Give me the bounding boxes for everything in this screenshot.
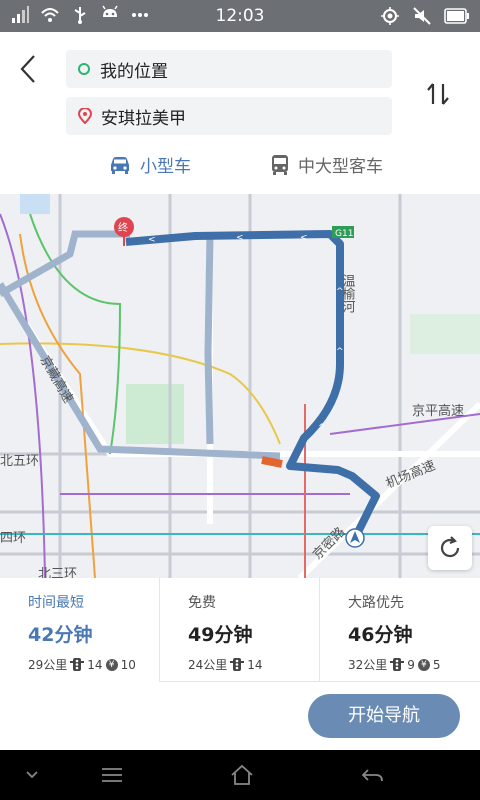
bus-icon — [272, 154, 288, 175]
route-distance: 29公里 — [28, 658, 68, 672]
expressway-mid — [204, 233, 214, 445]
route-distance: 32公里 — [348, 658, 388, 672]
route-distance: 24公里 — [188, 658, 228, 672]
route-lights: 14 — [87, 657, 103, 672]
origin-dot-icon — [78, 63, 90, 75]
system-nav-bar — [0, 750, 480, 800]
traffic-light-icon — [390, 658, 405, 671]
route-duration: 42分钟 — [28, 624, 93, 646]
home-icon[interactable] — [228, 762, 256, 788]
mode-bus[interactable]: 中大型客车 — [270, 152, 383, 177]
start-navigation-button[interactable]: 开始导航 — [308, 694, 460, 738]
mute-icon — [413, 7, 431, 25]
map-label-river: 温榆河 — [341, 274, 356, 313]
route-name: 大路优先 — [348, 595, 404, 611]
route-arrow-5: ^ — [336, 347, 344, 357]
svg-text:终: 终 — [118, 221, 128, 234]
route-arrow-2: < — [236, 233, 244, 243]
route-duration: 46分钟 — [348, 624, 413, 646]
route-name: 时间最短 — [28, 595, 84, 611]
toll-icon: ¥ — [417, 658, 430, 671]
status-right-icons — [380, 6, 470, 26]
map-label-ring4: 四环 — [0, 530, 26, 545]
road-shield-label: G11 — [335, 229, 353, 239]
battery-icon — [444, 8, 469, 24]
route-meta: 24公里 14 — [188, 656, 319, 673]
route-option-free[interactable]: 免费 49分钟 24公里 14 — [160, 578, 320, 682]
current-location-icon — [345, 528, 365, 548]
map-label-airport: 机场高速 — [384, 457, 438, 490]
route-arrow-6: ^ — [318, 423, 326, 433]
destination-text: 安琪拉美甲 — [101, 108, 186, 129]
toll-icon: ¥ — [105, 658, 118, 671]
mode-small-car-label: 小型车 — [140, 157, 191, 177]
map-label-jingmi: 京密路 — [310, 524, 348, 562]
route-duration: 49分钟 — [188, 624, 253, 646]
location-icon — [381, 7, 399, 25]
route-lights: 14 — [247, 657, 263, 672]
origin-text: 我的位置 — [100, 61, 168, 82]
destination-pin-icon — [78, 108, 92, 124]
route-option-fastest[interactable]: 时间最短 42分钟 29公里 14 ¥ 10 — [0, 578, 160, 682]
route-lights: 9 — [407, 657, 415, 672]
footer: 开始导航 — [0, 682, 480, 750]
status-bar: 12:03 — [0, 0, 480, 32]
route-option-main-roads[interactable]: 大路优先 46分钟 32公里 9 ¥ 5 — [320, 578, 480, 682]
main-road-1 — [0, 282, 480, 457]
back-nav-icon[interactable] — [358, 762, 386, 788]
expressway-west — [0, 230, 130, 298]
traffic-segment — [261, 456, 283, 468]
park-area-2 — [410, 314, 480, 354]
refresh-route-button[interactable] — [428, 526, 472, 570]
map-label-ring3: 北三环 — [38, 566, 77, 578]
traffic-light-icon — [230, 658, 245, 671]
traffic-light-icon — [70, 658, 85, 671]
menu-icon[interactable] — [98, 762, 126, 788]
map-label-jingping: 京平高速 — [412, 403, 464, 418]
route-name: 免费 — [188, 595, 216, 611]
route-map[interactable]: < < < ^ ^ ^ 温榆河 京藏高速 京平高速 机场高速 北五环 四环 北三… — [0, 194, 480, 578]
map-canvas[interactable]: < < < ^ ^ ^ 温榆河 京藏高速 京平高速 机场高速 北五环 四环 北三… — [0, 194, 480, 578]
map-label-ring5: 北五环 — [0, 453, 39, 468]
road-green — [29, 213, 122, 455]
route-arrow-3: < — [300, 233, 308, 243]
collapse-icon[interactable] — [18, 762, 46, 788]
road-orange — [19, 233, 96, 578]
swap-button[interactable] — [424, 80, 452, 108]
route-toll: 5 — [432, 657, 441, 672]
route-arrow-1: < — [148, 235, 156, 245]
route-toll: 10 — [120, 657, 136, 672]
destination-field[interactable]: 安琪拉美甲 — [66, 97, 392, 135]
route-header: 我的位置 安琪拉美甲 小型车 中大型客车 — [0, 32, 480, 194]
back-button[interactable] — [14, 52, 44, 86]
mode-small-car[interactable]: 小型车 — [108, 152, 191, 177]
refresh-icon — [440, 536, 460, 558]
car-icon — [111, 156, 129, 174]
route-meta: 29公里 14 ¥ 10 — [28, 656, 159, 673]
mode-bus-label: 中大型客车 — [298, 157, 383, 177]
route-meta: 32公里 9 ¥ 5 — [348, 656, 480, 673]
water-area — [20, 194, 50, 214]
route-options: 时间最短 42分钟 29公里 14 ¥ 10 免费 49分钟 24公里 14 大… — [0, 578, 480, 682]
park-area — [126, 384, 184, 444]
origin-field[interactable]: 我的位置 — [66, 50, 392, 88]
